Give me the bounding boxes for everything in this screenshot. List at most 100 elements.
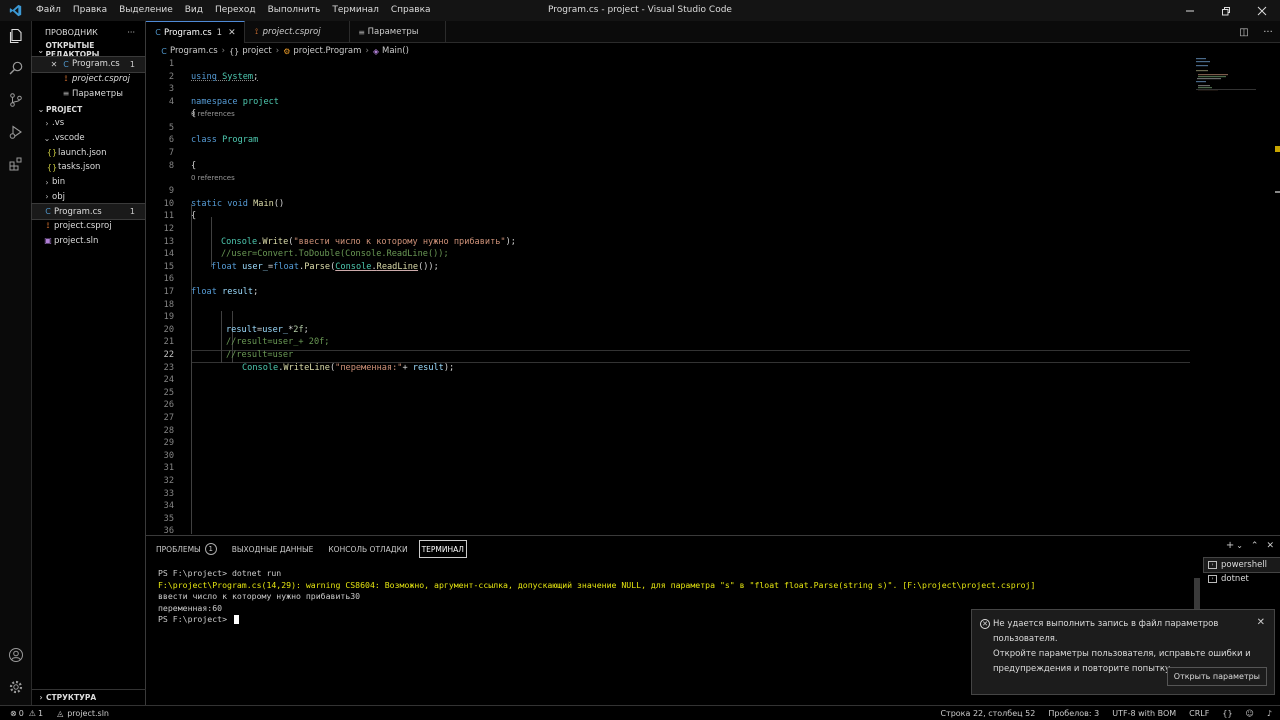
line-number-row: 26 <box>146 399 1280 412</box>
menu-help[interactable]: Справка <box>385 0 437 21</box>
code-line-current: Console.WriteLine("переменная:"+ result)… <box>146 349 1280 373</box>
menu-file[interactable]: Файл <box>30 0 67 21</box>
code-line: //result=user <box>146 336 1280 360</box>
tab-terminal[interactable]: ТЕРМИНАЛ <box>418 540 467 558</box>
rss-file-icon: ⟟ <box>64 74 68 84</box>
tab-settings[interactable]: ≡ Параметры <box>350 21 446 43</box>
codelens-references[interactable]: 0 references <box>191 110 235 119</box>
tree-item-project-csproj[interactable]: ⟟ project.csproj <box>32 219 145 234</box>
tab-output[interactable]: ВЫХОДНЫЕ ДАННЫЕ <box>232 540 314 558</box>
problems-status[interactable]: ⊗ 0 ⚠ 1 <box>10 709 43 718</box>
structure-title: СТРУКТУРА <box>46 693 97 702</box>
code-line: //user=Convert.ToDouble(Console.ReadLine… <box>146 236 1280 259</box>
tree-item-label: tasks.json <box>58 162 101 173</box>
close-icon[interactable]: ✕ <box>228 28 236 38</box>
tree-item-project-sln[interactable]: ▣ project.sln <box>32 234 145 249</box>
structure-section[interactable]: › СТРУКТУРА <box>32 689 146 705</box>
restore-icon[interactable] <box>1208 0 1244 21</box>
minimize-icon[interactable] <box>1172 0 1208 21</box>
menu-go[interactable]: Переход <box>209 0 262 21</box>
open-editor-program-cs[interactable]: ✕ C Program.cs 1 <box>31 56 146 73</box>
line-number: 36 <box>163 526 174 534</box>
extensions-icon[interactable] <box>6 154 26 174</box>
project-title: PROJECT <box>46 104 83 114</box>
close-panel-icon[interactable]: ✕ <box>1266 541 1274 551</box>
menu-terminal[interactable]: Терминал <box>326 0 385 21</box>
close-notification-icon[interactable]: ✕ <box>1257 617 1265 628</box>
menu-view[interactable]: Вид <box>179 0 209 21</box>
status-right: Строка 22, столбец 52 Пробелов: 3 UTF-8 … <box>940 706 1280 720</box>
project-status[interactable]: ◬ project.sln <box>57 709 109 718</box>
tree-item-vs[interactable]: › .vs <box>32 116 145 131</box>
tree-item-label: .vscode <box>52 133 85 144</box>
tree-item-tasks-json[interactable]: {} tasks.json <box>32 160 145 175</box>
menu-run[interactable]: Выполнить <box>262 0 327 21</box>
breadcrumb-class[interactable]: project.Program <box>293 46 361 56</box>
breadcrumb-file[interactable]: Program.cs <box>170 46 218 56</box>
line-number-row: 17 <box>146 286 1280 299</box>
warning-count: 1 <box>37 708 44 718</box>
vscode-logo-icon[interactable] <box>0 0 30 21</box>
tab-project-csproj[interactable]: ⟟ project.csproj <box>245 21 350 43</box>
split-editor-icon[interactable]: ◫ <box>1232 27 1256 38</box>
open-editor-project-csproj[interactable]: ⟟ project.csproj <box>32 72 145 87</box>
token: ); <box>443 362 455 373</box>
terminal-item-powershell[interactable]: › powershell <box>1203 557 1280 573</box>
line-number: 30 <box>163 450 174 461</box>
account-icon[interactable] <box>6 645 26 665</box>
run-debug-icon[interactable] <box>6 122 26 142</box>
encoding[interactable]: UTF-8 with BOM <box>1112 709 1176 718</box>
menu-edit[interactable]: Правка <box>67 0 113 21</box>
maximize-panel-icon[interactable]: ⌃ <box>1251 541 1259 551</box>
chevron-down-icon[interactable]: ⌄ <box>1236 541 1243 550</box>
tree-item-program-cs[interactable]: C Program.cs 1 <box>31 203 146 220</box>
menu-selection[interactable]: Выделение <box>113 0 179 21</box>
open-settings-button[interactable]: Открыть параметры <box>1166 667 1267 686</box>
tree-item-vscode[interactable]: ⌄ .vscode <box>32 131 145 146</box>
project-section[interactable]: ⌄ PROJECT <box>32 102 145 116</box>
terminal-icon: › <box>1208 561 1217 569</box>
feedback-icon[interactable]: ☺ <box>1246 709 1254 718</box>
terminal-item-label: powershell <box>1221 560 1268 570</box>
token: ; <box>253 286 259 297</box>
explorer-icon[interactable] <box>6 26 26 46</box>
tab-program-cs[interactable]: C Program.cs 1 ✕ <box>146 21 245 43</box>
close-window-icon[interactable] <box>1244 0 1280 21</box>
chevron-right-icon: › <box>45 118 49 128</box>
language-mode-icon[interactable]: {} <box>1222 709 1232 718</box>
minimap[interactable] <box>1196 58 1266 118</box>
token: Console <box>242 362 279 373</box>
breadcrumb-namespace[interactable]: project <box>242 46 272 56</box>
line-number: 26 <box>163 400 174 411</box>
cursor-position[interactable]: Строка 22, столбец 52 <box>940 709 1035 718</box>
settings-gear-icon[interactable] <box>6 677 26 697</box>
token: using <box>191 71 217 82</box>
open-editors-section[interactable]: ⌄ ОТКРЫТЫЕ РЕДАКТОРЫ <box>32 41 145 59</box>
tree-item-bin[interactable]: › bin <box>32 175 145 190</box>
editor-tabs: C Program.cs 1 ✕ ⟟ project.csproj ≡ Пара… <box>146 21 1280 43</box>
tab-problems[interactable]: ПРОБЛЕМЫ 1 <box>156 540 217 558</box>
open-editor-settings[interactable]: ≡ Параметры <box>32 86 145 101</box>
token: result <box>412 362 444 373</box>
explorer-header: ПРОВОДНИК ··· <box>32 21 145 43</box>
breadcrumb-method[interactable]: Main() <box>382 46 409 56</box>
close-icon[interactable]: ✕ <box>48 60 60 69</box>
search-icon[interactable] <box>6 58 26 78</box>
more-actions-icon[interactable]: ··· <box>127 28 135 37</box>
chevron-right-icon: › <box>39 693 43 702</box>
more-actions-icon[interactable]: ··· <box>1256 27 1280 38</box>
terminal-item-dotnet[interactable]: › dotnet <box>1204 572 1280 586</box>
token: ()); <box>418 261 439 272</box>
tree-item-launch-json[interactable]: {} launch.json <box>32 145 145 160</box>
tree-item-obj[interactable]: › obj <box>32 190 145 205</box>
notifications-bell-icon[interactable]: ♪ <box>1267 709 1272 718</box>
line-number-row: 31 <box>146 462 1280 475</box>
editor-scrollbar[interactable] <box>1270 58 1280 534</box>
tab-debug-console[interactable]: КОНСОЛЬ ОТЛАДКИ <box>328 540 407 558</box>
line-ending[interactable]: CRLF <box>1189 709 1209 718</box>
codelens-references[interactable]: 0 references <box>191 174 235 183</box>
source-control-icon[interactable] <box>6 90 26 110</box>
indentation[interactable]: Пробелов: 3 <box>1048 709 1099 718</box>
code-editor[interactable]: 1 2 3 4 5 6 7 8 9 10 11 12 13 14 15 16 17 18 19 20 21 22 23 24 2… <box>146 58 1280 534</box>
new-terminal-icon[interactable]: + <box>1226 540 1234 551</box>
